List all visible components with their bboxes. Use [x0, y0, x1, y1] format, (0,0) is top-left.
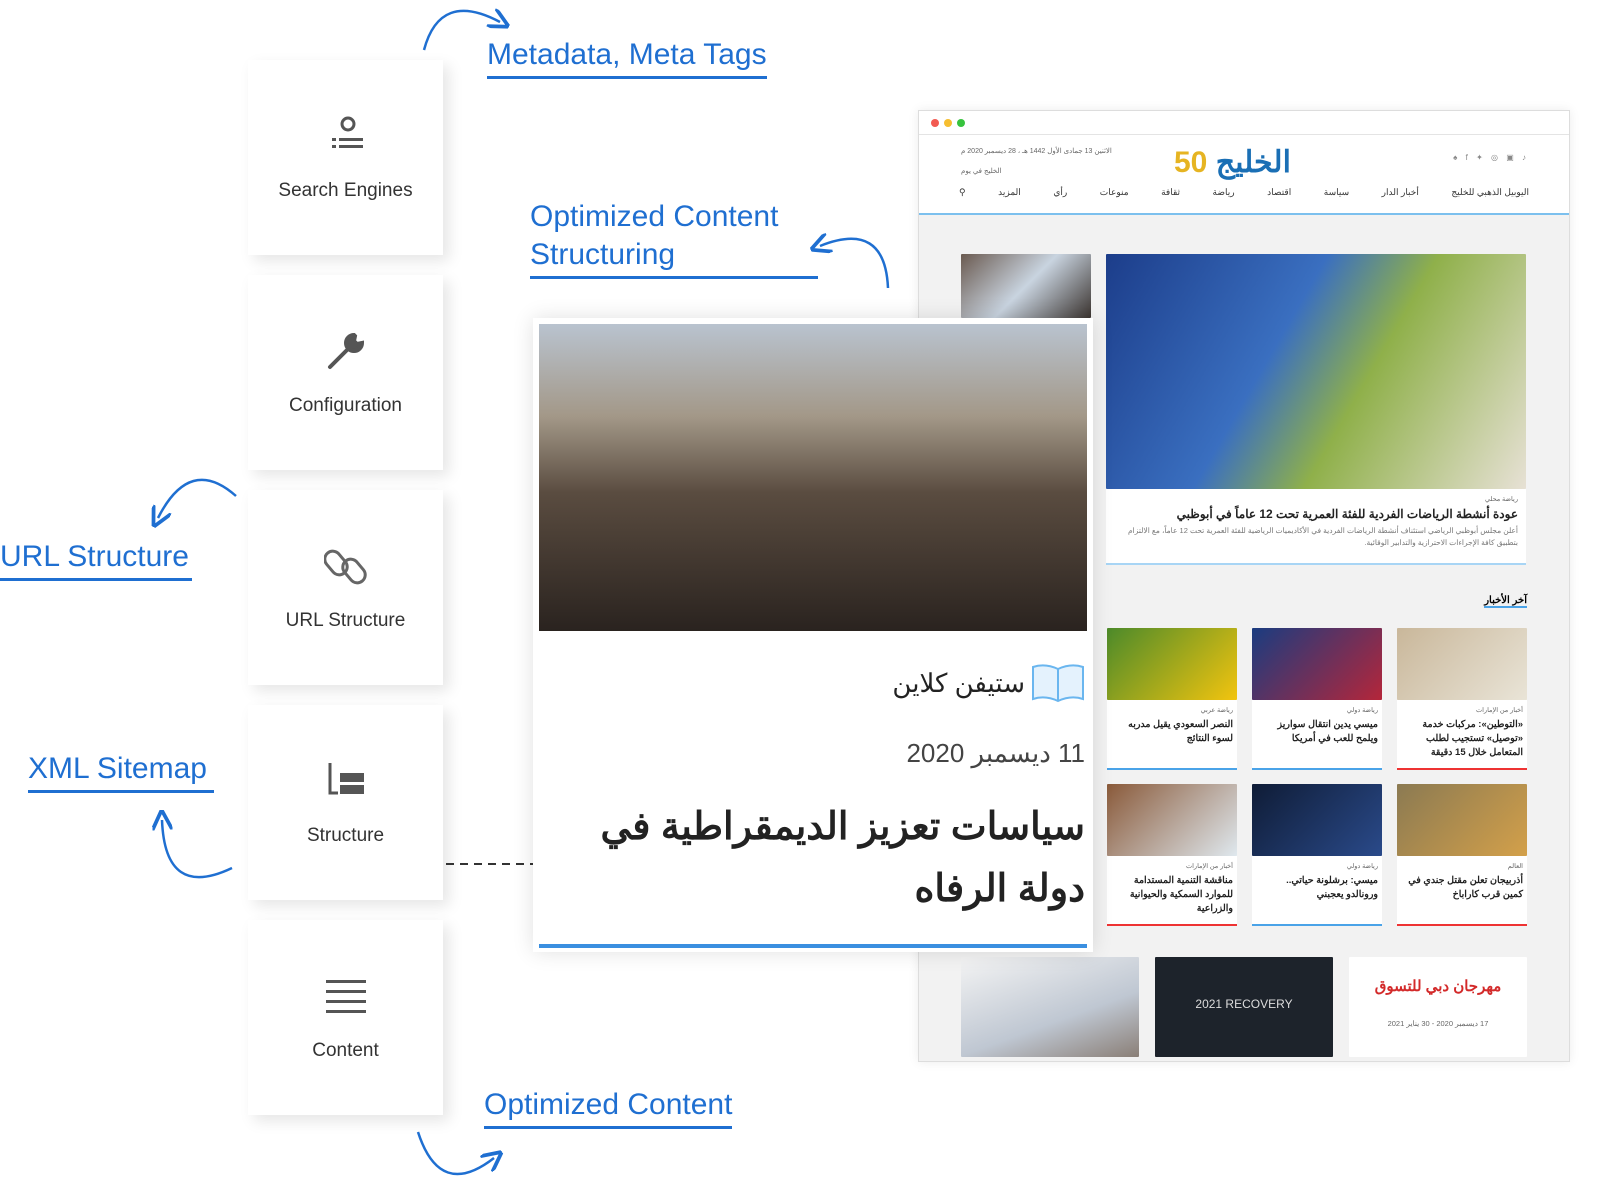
news-category: رياضة عربي — [1200, 707, 1233, 714]
nav-item[interactable]: سياسة — [1324, 187, 1349, 198]
festival-title: مهرجان دبي للتسوق — [1374, 978, 1502, 995]
newspaper-banner[interactable] — [961, 957, 1139, 1057]
browser-titlebar — [919, 111, 1569, 135]
news-image[interactable] — [1107, 628, 1237, 700]
news-category: أخبار من الإمارات — [1476, 707, 1523, 714]
site-nav: اليوبيل الذهبي للخليج أخبار الدار سياسة … — [959, 187, 1529, 198]
news-title[interactable]: النصر السعودي يقيل مدربه لسوء النتائج — [1111, 718, 1233, 746]
hero-summary: أعلن مجلس أبوظبي الرياضي استئناف أنشطة ا… — [1128, 526, 1518, 547]
news-image[interactable] — [1252, 784, 1382, 856]
festival-banner[interactable]: مهرجان دبي للتسوق 17 ديسمبر 2020 - 30 ين… — [1349, 957, 1527, 1057]
news-item[interactable]: العالم أذربيجان تعلن مقتل جندي في كمين ق… — [1397, 856, 1527, 926]
close-dot[interactable] — [931, 119, 939, 127]
festival-dates: 17 ديسمبر 2020 - 30 يناير 2021 — [1387, 1019, 1489, 1028]
news-title[interactable]: «التوطين»: مركبات خدمة «توصيل» تستجيب لط… — [1401, 718, 1523, 760]
hero-image[interactable] — [1106, 254, 1526, 489]
nav-item[interactable]: رأي — [1053, 187, 1067, 198]
nav-item[interactable]: المزيد — [998, 187, 1021, 198]
book-icon — [1032, 664, 1084, 703]
news-title[interactable]: ميسي يدين انتقال سواريز ويلمح للعب في أم… — [1256, 718, 1378, 746]
news-category: رياضة دولي — [1346, 707, 1378, 714]
nav-item[interactable]: اليوبيل الذهبي للخليج — [1451, 187, 1529, 198]
news-image[interactable] — [1397, 628, 1527, 700]
header-date: الاثنين 13 جمادى الأول 1442 هـ ، 28 ديسم… — [961, 148, 1112, 155]
nav-item[interactable]: اقتصاد — [1267, 187, 1291, 198]
article-date: 11 ديسمبر 2020 — [906, 738, 1085, 768]
news-category: رياضة دولي — [1346, 863, 1378, 870]
news-title[interactable]: أذربيجان تعلن مقتل جندي في كمين قرب كارا… — [1401, 874, 1523, 902]
news-item[interactable]: أخبار من الإمارات مناقشة التنمية المستدا… — [1107, 856, 1237, 926]
site-header: الخليج 50 الاثنين 13 جمادى الأول 1442 هـ… — [919, 135, 1569, 215]
news-image[interactable] — [1107, 784, 1237, 856]
hero-caption[interactable]: رياضة محلي عودة أنشطة الرياضات الفردية ل… — [1106, 489, 1526, 565]
nav-item[interactable]: منوعات — [1100, 187, 1129, 198]
nav-item[interactable]: رياضة — [1213, 187, 1235, 198]
maximize-dot[interactable] — [957, 119, 965, 127]
hero-title[interactable]: عودة أنشطة الرياضات الفردية للفئة العمري… — [1114, 507, 1518, 521]
today-link[interactable]: الخليج في يوم — [961, 167, 1002, 175]
hero-category: رياضة محلي — [1485, 496, 1518, 503]
social-icons[interactable]: ♪ ▣ ◎ ✦ f ♠ — [1453, 153, 1529, 162]
news-title[interactable]: مناقشة التنمية المستدامة للموارد السمكية… — [1111, 874, 1233, 916]
news-image[interactable] — [1397, 784, 1527, 856]
recovery-banner[interactable]: 2021 RECOVERY — [1155, 957, 1333, 1057]
nav-item[interactable]: أخبار الدار — [1382, 187, 1419, 198]
news-title[interactable]: ميسي: برشلونة حياتي.. ورونالدو يعجبني — [1256, 874, 1378, 902]
news-item[interactable]: رياضة عربي النصر السعودي يقيل مدربه لسوء… — [1107, 700, 1237, 770]
news-image[interactable] — [1252, 628, 1382, 700]
news-category: أخبار من الإمارات — [1186, 863, 1233, 870]
article-card[interactable]: ستيفن كلاين 11 ديسمبر 2020 سياسات تعزيز … — [533, 318, 1093, 952]
thumb-image[interactable] — [961, 254, 1091, 318]
site-logo[interactable]: الخليج 50 — [1174, 145, 1291, 180]
news-item[interactable]: رياضة دولي ميسي يدين انتقال سواريز ويلمح… — [1252, 700, 1382, 770]
news-category: العالم — [1507, 863, 1523, 870]
article-title[interactable]: سياسات تعزيز الديمقراطية في دولة الرفاه — [545, 796, 1085, 920]
search-icon[interactable]: ⚲ — [959, 187, 966, 198]
minimize-dot[interactable] — [944, 119, 952, 127]
news-item[interactable]: أخبار من الإمارات «التوطين»: مركبات خدمة… — [1397, 700, 1527, 770]
article-image — [539, 324, 1087, 631]
article-underline — [539, 944, 1087, 948]
nav-item[interactable]: ثقافة — [1161, 187, 1180, 198]
latest-heading: آخر الأخبار — [1484, 595, 1527, 608]
article-author: ستيفن كلاين — [892, 668, 1025, 698]
news-item[interactable]: رياضة دولي ميسي: برشلونة حياتي.. ورونالد… — [1252, 856, 1382, 926]
